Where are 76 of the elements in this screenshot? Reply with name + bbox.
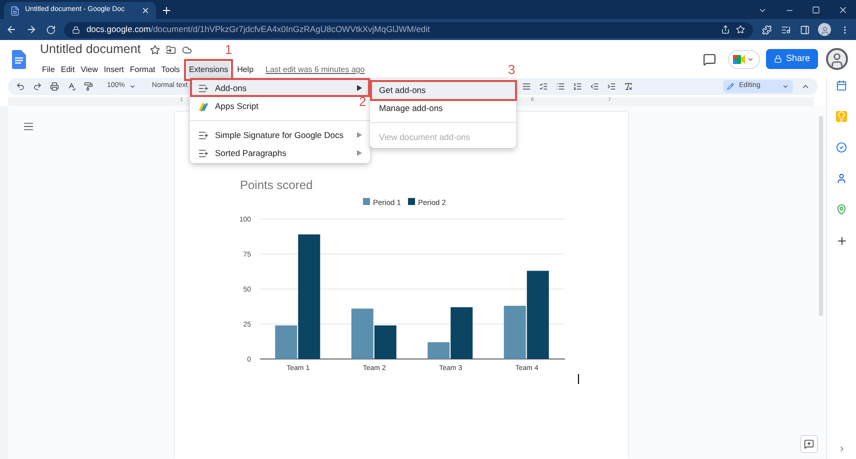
side-panel-icon[interactable] [800, 24, 810, 34]
paint-format-icon[interactable] [84, 82, 93, 91]
menu-item[interactable]: Insert [102, 62, 126, 78]
add-icon[interactable] [836, 235, 848, 247]
last-edit-link[interactable]: Last edit was 6 minutes ago [266, 64, 365, 76]
cloud-status-icon [182, 44, 192, 54]
print-icon[interactable] [50, 82, 59, 91]
reading-list-icon[interactable] [780, 24, 791, 34]
extensions-icon[interactable] [762, 24, 772, 34]
outline-icon[interactable] [23, 121, 34, 132]
star-icon[interactable] [150, 44, 160, 54]
docs-logo-icon [12, 50, 26, 68]
text-cursor [578, 374, 579, 384]
caret-icon [128, 83, 136, 90]
indent-increase-icon[interactable] [606, 82, 616, 91]
submenu-option[interactable]: Manage add-ons [370, 99, 516, 117]
spell-check-icon[interactable] [67, 82, 76, 91]
document-title[interactable]: Untitled document [40, 40, 141, 59]
close-window-icon[interactable] [838, 5, 848, 15]
bookmark-star-icon[interactable] [736, 25, 745, 34]
menu-item[interactable]: File [40, 62, 57, 78]
add-on-icon [198, 148, 209, 158]
checklist-icon[interactable] [538, 82, 548, 91]
video-camera-icon [733, 54, 746, 64]
pencil-icon [727, 83, 734, 90]
collapse-icon[interactable] [801, 82, 810, 91]
share-button[interactable]: Share [766, 49, 818, 69]
lock-icon [774, 55, 782, 63]
submenu-option: View document add-ons [370, 128, 516, 146]
redo-icon[interactable] [33, 82, 42, 91]
add-comment-icon [804, 439, 814, 449]
step-number: 2 [359, 95, 366, 108]
contacts-icon[interactable] [836, 173, 847, 184]
forward-icon[interactable] [26, 24, 37, 35]
caret-icon [782, 83, 789, 90]
bulleted-list-icon[interactable] [556, 82, 565, 91]
url-text: docs.google.com/document/d/1hVPkzGr7jdcfvEA4x0InGzRAgU8cOWVtkXvjMqGlJWM/edit [86, 23, 431, 36]
numbered-list-icon[interactable] [572, 82, 582, 91]
script-icon [198, 100, 209, 112]
account-avatar[interactable] [826, 48, 848, 70]
meet-button[interactable] [728, 50, 760, 68]
back-icon[interactable] [6, 24, 17, 35]
menu-option[interactable]: Simple Signature for Google Docs [190, 126, 370, 144]
tasks-icon[interactable] [836, 142, 847, 153]
close-icon[interactable] [141, 6, 150, 15]
menu-item[interactable]: Tools [159, 62, 182, 78]
docs-icon [10, 6, 20, 16]
profile-avatar[interactable] [818, 23, 832, 36]
menu-item[interactable]: Help [235, 62, 256, 78]
line-spacing-icon[interactable] [522, 82, 531, 91]
calendar-icon[interactable] [836, 80, 847, 91]
map-pin-icon[interactable] [836, 204, 847, 215]
restore-icon[interactable] [812, 6, 820, 14]
lock-icon [72, 26, 80, 34]
explore-button[interactable] [800, 435, 818, 453]
chart-title: Points scored [240, 178, 313, 192]
step-number: 1 [224, 42, 232, 56]
comments-icon[interactable] [702, 52, 716, 66]
menu-item[interactable]: Edit [58, 62, 77, 78]
add-on-icon [198, 82, 209, 94]
caret-icon [747, 56, 754, 62]
new-tab-icon[interactable] [161, 5, 172, 16]
menu-item[interactable]: View [78, 62, 100, 78]
move-folder-icon[interactable] [166, 44, 176, 54]
menu-option[interactable]: Apps Script [190, 97, 354, 115]
reload-icon[interactable] [46, 24, 56, 34]
share-icon[interactable] [720, 25, 730, 34]
add-on-icon [198, 130, 209, 140]
submenu-option[interactable]: Get add-ons [370, 81, 516, 99]
undo-icon[interactable] [16, 82, 25, 91]
menu-item[interactable]: Format [128, 62, 158, 78]
indent-decrease-icon[interactable] [590, 82, 599, 91]
address-field[interactable]: docs.google.com/document/d/1hVPkzGr7jdcfvEA4x0InGzRAgU8cOWVtkXvjMqGlJWM/edit [64, 22, 753, 38]
menu-option[interactable]: Sorted Paragraphs [190, 144, 370, 162]
clear-formatting-icon[interactable] [624, 82, 633, 91]
step-number: 3 [508, 63, 516, 76]
